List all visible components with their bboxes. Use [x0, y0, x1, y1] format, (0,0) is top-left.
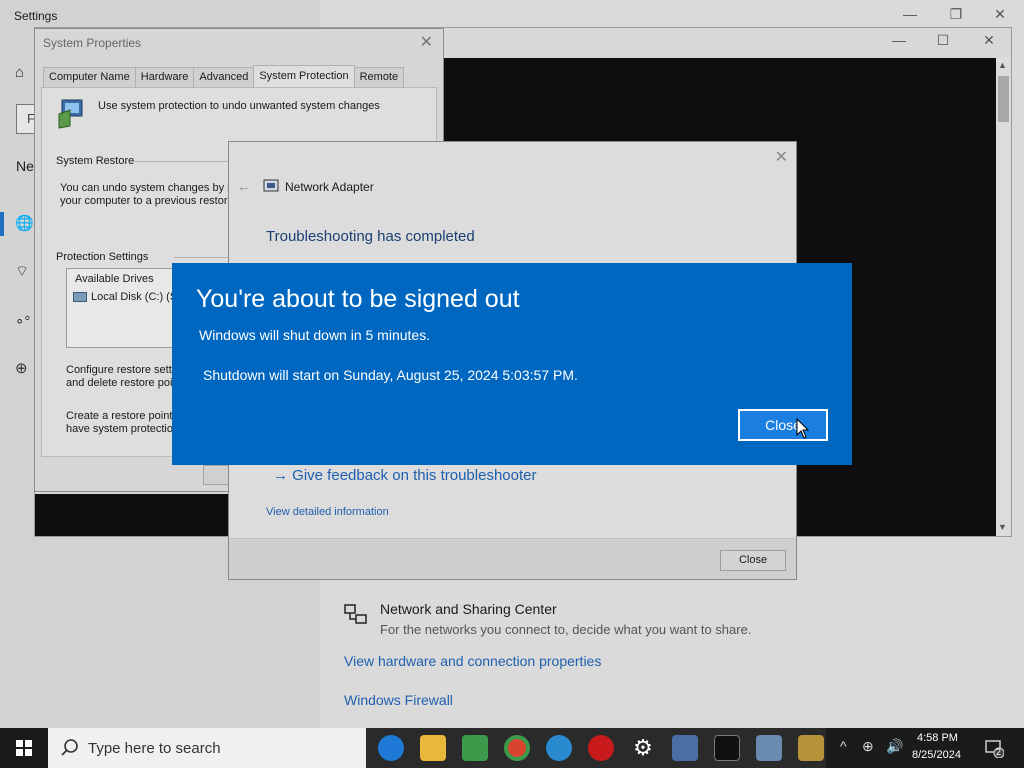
console-minimize-button[interactable]: — [887, 32, 911, 48]
opera-icon[interactable] [588, 735, 614, 761]
drive-item[interactable]: Local Disk (C:) (Sy [91, 291, 183, 303]
configure-text-2: and delete restore poin [66, 377, 179, 389]
chrome-icon[interactable] [504, 735, 530, 761]
notification-count: 2 [996, 747, 1002, 757]
troubleshooter-footer: Close [229, 538, 796, 579]
protection-intro: Use system protection to undo unwanted s… [98, 100, 380, 112]
network-status-icon[interactable]: 🌐 [15, 214, 34, 232]
settings-icon[interactable]: ⚙ [630, 735, 656, 761]
globe-icon[interactable]: ⊕ [15, 359, 28, 377]
tab-computer-name[interactable]: Computer Name [43, 67, 136, 87]
back-arrow-icon[interactable]: ← [237, 178, 251, 194]
home-icon[interactable]: ⌂ [15, 64, 24, 81]
keys-icon[interactable] [798, 735, 824, 761]
signout-close-button[interactable]: Close [738, 409, 828, 441]
tab-bar: Computer Name Hardware Advanced System P… [43, 65, 405, 87]
network-adapter-icon [263, 179, 279, 192]
system-properties-close-icon[interactable]: ✕ [420, 32, 433, 52]
shutdown-time-message: Shutdown will start on Sunday, August 25… [203, 367, 578, 383]
console-close-button[interactable]: ✕ [977, 32, 1001, 49]
settings-title: Settings [14, 9, 58, 23]
create-text-2: have system protection [66, 423, 180, 435]
arrow-right-icon: → [273, 467, 293, 484]
system-restore-text-1: You can undo system changes by re [60, 182, 237, 194]
ethernet-icon[interactable]: ∘° [15, 312, 30, 330]
minimize-button[interactable]: — [898, 6, 922, 22]
tab-system-protection[interactable]: System Protection [253, 65, 355, 87]
taskbar: Type here to search ⚙ ^ ⊕ 🔊 4:58 PM 8/25… [0, 728, 1024, 768]
search-icon [61, 739, 78, 756]
troubleshooter-close-icon[interactable]: ✕ [775, 147, 788, 167]
divider [174, 257, 234, 258]
view-hardware-link[interactable]: View hardware and connection properties [344, 653, 601, 669]
windows-firewall-link[interactable]: Windows Firewall [344, 692, 453, 708]
scroll-up-icon[interactable]: ▲ [998, 60, 1007, 70]
clock-time[interactable]: 4:58 PM [917, 732, 958, 744]
selected-indicator [0, 212, 4, 236]
mouse-cursor-icon [796, 418, 810, 439]
taskbar-search-box[interactable]: Type here to search [48, 728, 366, 768]
drive-icon [73, 292, 87, 302]
edge-icon[interactable] [546, 735, 572, 761]
tab-advanced[interactable]: Advanced [193, 67, 255, 87]
console-scrollbar[interactable]: ▲ ▼ [996, 58, 1011, 536]
network-sharing-title[interactable]: Network and Sharing Center [380, 601, 557, 617]
taskbar-apps: ⚙ [366, 728, 826, 768]
chevron-up-icon[interactable]: ^ [840, 738, 847, 754]
troubleshooter-heading: Troubleshooting has completed [266, 228, 475, 245]
store-icon[interactable] [462, 735, 488, 761]
divider [134, 161, 234, 162]
view-detailed-link[interactable]: View detailed information [266, 506, 389, 518]
create-text-1: Create a restore point r [66, 410, 180, 422]
give-feedback-link[interactable]: → Give feedback on this troubleshooter [273, 467, 537, 484]
safari-like-icon[interactable] [378, 735, 404, 761]
tab-remote[interactable]: Remote [353, 67, 405, 87]
control-panel-icon[interactable] [756, 735, 782, 761]
signout-message: Windows will shut down in 5 minutes. [199, 327, 431, 343]
clock-date[interactable]: 8/25/2024 [912, 749, 961, 761]
volume-icon[interactable]: 🔊 [886, 738, 903, 755]
console-maximize-button[interactable]: ☐ [931, 32, 955, 49]
wifi-icon[interactable]: ⌔ [15, 262, 29, 281]
network-tray-icon[interactable]: ⊕ [862, 738, 874, 755]
network-sharing-description: For the networks you connect to, decide … [380, 622, 752, 637]
system-restore-text-2: your computer to a previous restore [60, 195, 234, 207]
close-settings-button[interactable]: ✕ [988, 6, 1012, 23]
protection-settings-heading: Protection Settings [56, 251, 149, 263]
restore-button[interactable]: ❐ [944, 6, 968, 23]
drives-header: Available Drives [75, 273, 154, 285]
remote-desktop-icon[interactable] [672, 735, 698, 761]
system-properties-title: System Properties [43, 36, 142, 50]
system-protection-icon [58, 99, 83, 129]
taskbar-search-placeholder: Type here to search [88, 740, 221, 757]
system-restore-heading: System Restore [56, 155, 135, 167]
file-explorer-icon[interactable] [420, 735, 446, 761]
settings-section-heading: Ne [16, 158, 34, 174]
windows-start-icon[interactable] [0, 728, 48, 768]
network-sharing-icon [344, 604, 367, 624]
configure-text-1: Configure restore settin [66, 364, 181, 376]
terminal-icon[interactable] [714, 735, 740, 761]
signout-title: You're about to be signed out [196, 285, 520, 313]
scroll-down-icon[interactable]: ▼ [998, 522, 1007, 532]
scroll-thumb[interactable] [998, 76, 1009, 122]
tab-hardware[interactable]: Hardware [134, 67, 195, 87]
give-feedback-label: Give feedback on this troubleshooter [292, 467, 537, 484]
signout-dialog: You're about to be signed out Windows wi… [172, 263, 852, 465]
troubleshooter-title: Network Adapter [285, 180, 374, 194]
troubleshooter-close-button[interactable]: Close [720, 550, 786, 571]
